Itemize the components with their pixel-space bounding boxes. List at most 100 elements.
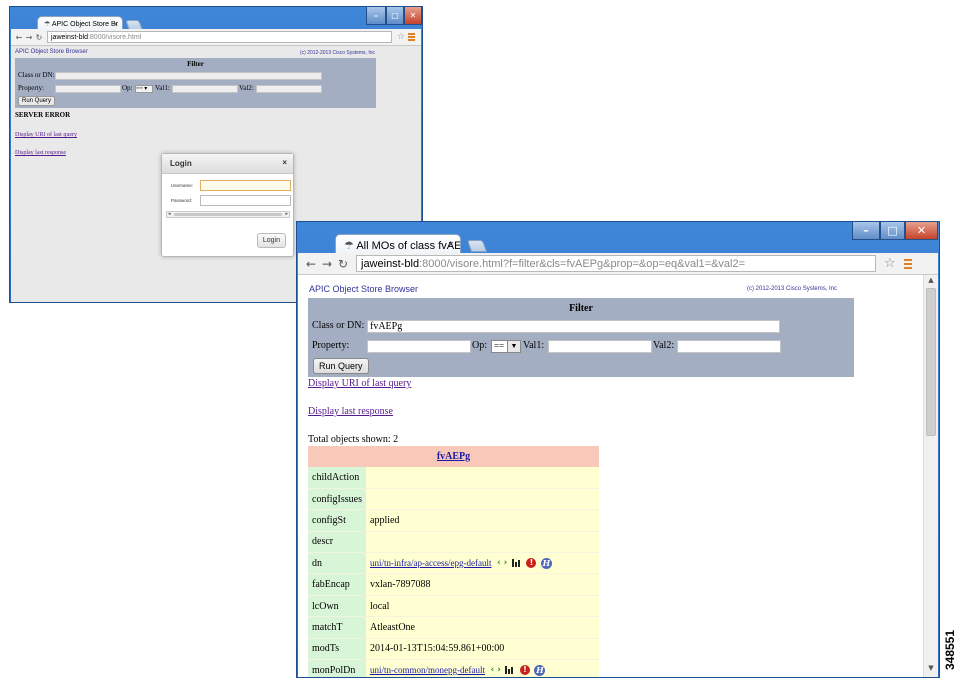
next-chevron-icon[interactable]: › bbox=[497, 665, 501, 675]
property-name: configIssues bbox=[308, 488, 366, 511]
property-name: fabEncap bbox=[308, 573, 366, 596]
browser-menu-icon[interactable] bbox=[903, 258, 912, 269]
bookmark-star-icon[interactable]: ☆ bbox=[397, 32, 405, 42]
address-bar[interactable]: jaweinst-bld:8000/visore.html?f=filter&c… bbox=[356, 255, 876, 272]
stats-chart-icon[interactable] bbox=[511, 559, 522, 568]
class-or-dn-input[interactable] bbox=[55, 72, 322, 80]
login-dialog: Login × Username: Password: ◂ ▸ Login bbox=[161, 153, 294, 257]
close-icon[interactable]: × bbox=[282, 158, 287, 167]
display-uri-link[interactable]: Display URI of last query bbox=[308, 378, 411, 389]
val1-input[interactable] bbox=[548, 340, 652, 353]
fault-icon[interactable]: ! bbox=[526, 558, 537, 569]
maximize-button[interactable]: □ bbox=[880, 222, 905, 240]
table-row: monPolDn uni/tn-common/monepg-default ‹ ›… bbox=[308, 659, 599, 677]
forward-arrow-icon[interactable]: → bbox=[319, 257, 335, 271]
property-value bbox=[366, 531, 599, 554]
bookmark-star-icon[interactable]: ☆ bbox=[884, 256, 896, 271]
figure-id-text: 348551 bbox=[943, 629, 957, 671]
property-value: vxlan-7897088 bbox=[366, 573, 599, 596]
class-link[interactable]: fvAEPg bbox=[437, 451, 470, 462]
filter-panel: Filter Class or DN: fvAEPg Property: Op:… bbox=[308, 298, 854, 377]
maximize-button[interactable]: □ bbox=[386, 7, 404, 25]
property-name: lcOwn bbox=[308, 595, 366, 618]
mon-pol-dn-link[interactable]: uni/tn-common/monepg-default bbox=[370, 665, 485, 675]
run-query-button[interactable]: Run Query bbox=[313, 358, 369, 374]
page-brand: APIC Object Store Browser bbox=[15, 49, 88, 55]
forward-arrow-icon[interactable]: → bbox=[24, 33, 34, 42]
table-header: fvAEPg bbox=[308, 446, 599, 467]
property-label: Property: bbox=[312, 340, 350, 351]
property-name: monPolDn bbox=[308, 659, 366, 677]
dn-link[interactable]: uni/tn-infra/ap-access/epg-default bbox=[370, 558, 491, 568]
run-query-button[interactable]: Run Query bbox=[18, 96, 56, 106]
scroll-right-icon[interactable]: ▸ bbox=[285, 212, 288, 217]
reload-icon[interactable]: ↻ bbox=[335, 257, 351, 271]
op-select[interactable]: == ▾ bbox=[135, 85, 153, 93]
class-or-dn-input[interactable]: fvAEPg bbox=[367, 320, 780, 333]
property-input[interactable] bbox=[55, 85, 121, 93]
scrollbar-thumb[interactable] bbox=[926, 288, 936, 436]
page-viewport: APIC Object Store Browser (c) 2012-2013 … bbox=[298, 275, 938, 677]
back-arrow-icon[interactable]: ← bbox=[303, 257, 319, 271]
scroll-up-icon[interactable]: ▲ bbox=[924, 276, 938, 288]
close-window-button[interactable]: ✕ bbox=[404, 7, 422, 25]
property-value: 2014-01-13T15:04:59.861+00:00 bbox=[366, 638, 599, 661]
property-name: modTs bbox=[308, 638, 366, 661]
object-table: fvAEPg childAction configIssues configSt… bbox=[308, 446, 599, 677]
url-path: :8000/visore.html?f=filter&cls=fvAEPg&pr… bbox=[419, 257, 746, 270]
close-window-button[interactable]: ✕ bbox=[905, 222, 938, 240]
stats-chart-icon[interactable] bbox=[505, 666, 515, 675]
history-icon[interactable]: H bbox=[540, 557, 552, 569]
login-title: Login bbox=[170, 159, 192, 168]
vertical-scrollbar[interactable]: ▲ ▼ bbox=[923, 275, 938, 677]
tab-close-icon[interactable]: × bbox=[448, 240, 454, 251]
val1-input[interactable] bbox=[172, 85, 238, 93]
address-bar[interactable]: jaweinst-bld:8000/visore.html bbox=[47, 31, 392, 43]
server-error-text: SERVER ERROR bbox=[15, 111, 71, 119]
scrollbar-thumb[interactable] bbox=[174, 213, 282, 216]
property-label: Property: bbox=[18, 84, 45, 92]
login-button[interactable]: Login bbox=[256, 233, 286, 248]
property-input[interactable] bbox=[367, 340, 471, 353]
password-label: Password: bbox=[171, 198, 193, 203]
minimize-button[interactable]: – bbox=[852, 222, 880, 240]
fault-icon[interactable]: ! bbox=[519, 665, 530, 676]
table-row: matchT AtleastOne bbox=[308, 616, 599, 639]
display-uri-link[interactable]: Display URI of last query bbox=[15, 132, 77, 138]
tab-close-icon[interactable]: × bbox=[114, 21, 118, 28]
property-name: configSt bbox=[308, 509, 366, 532]
browser-toolbar: ← → ↻ jaweinst-bld:8000/visore.html?f=fi… bbox=[298, 253, 938, 275]
page-brand: APIC Object Store Browser bbox=[309, 284, 419, 294]
op-select[interactable]: == ▼ bbox=[491, 340, 521, 353]
reload-icon[interactable]: ↻ bbox=[34, 33, 44, 42]
minimize-button[interactable]: – bbox=[366, 7, 386, 25]
property-value: AtleastOne bbox=[366, 616, 599, 639]
front-browser-window: – □ ✕ ☂ All MOs of class fvAE × ← → ↻ ja… bbox=[296, 221, 940, 678]
next-chevron-icon[interactable]: › bbox=[504, 558, 508, 568]
display-response-link[interactable]: Display last response bbox=[15, 150, 66, 156]
url-host: jaweinst-bld bbox=[51, 33, 88, 41]
property-value: local bbox=[366, 595, 599, 618]
scroll-left-icon[interactable]: ◂ bbox=[168, 212, 171, 217]
val2-input[interactable] bbox=[256, 85, 322, 93]
browser-menu-icon[interactable] bbox=[408, 33, 416, 41]
page-favicon-icon: ☂ bbox=[44, 21, 51, 28]
display-response-link[interactable]: Display last response bbox=[308, 406, 393, 417]
val2-label: Val2: bbox=[239, 84, 254, 92]
val2-input[interactable] bbox=[677, 340, 781, 353]
val1-label: Val1: bbox=[155, 84, 170, 92]
history-icon[interactable]: H bbox=[534, 664, 546, 676]
browser-tab[interactable]: ☂ All MOs of class fvAE × bbox=[335, 234, 461, 255]
back-arrow-icon[interactable]: ← bbox=[14, 33, 24, 42]
property-name: childAction bbox=[308, 467, 366, 489]
scroll-down-icon[interactable]: ▼ bbox=[924, 664, 938, 676]
password-field[interactable] bbox=[200, 195, 291, 206]
previous-chevron-icon[interactable]: ‹ bbox=[497, 558, 501, 568]
horizontal-scrollbar[interactable]: ◂ ▸ bbox=[166, 211, 290, 218]
previous-chevron-icon[interactable]: ‹ bbox=[490, 665, 494, 675]
username-field[interactable] bbox=[200, 180, 291, 191]
filter-title: Filter bbox=[569, 303, 593, 314]
copyright-text: (c) 2012-2013 Cisco Systems, Inc bbox=[747, 286, 838, 292]
chevron-down-icon[interactable]: ▼ bbox=[507, 341, 520, 352]
url-path: :8000/visore.html bbox=[87, 33, 142, 41]
